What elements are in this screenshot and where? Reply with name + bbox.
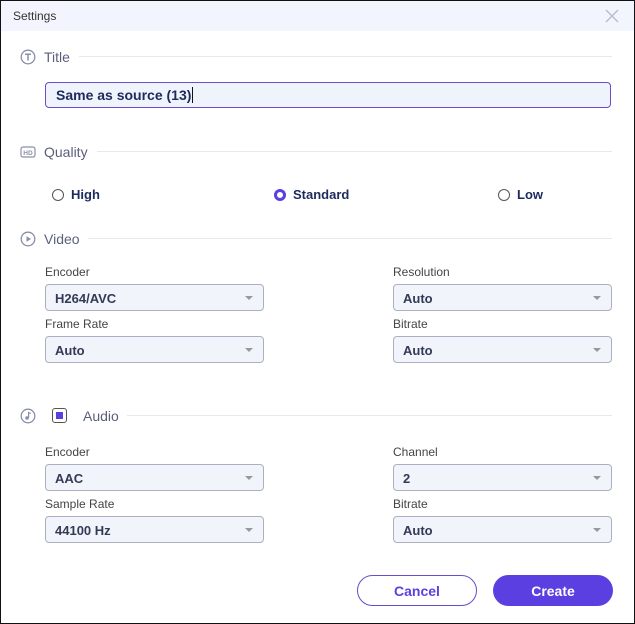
select-value: Auto (55, 343, 85, 358)
dropdown-arrow-icon (593, 476, 601, 480)
radio-button[interactable] (498, 189, 510, 201)
title-input[interactable]: Same as source (13) (45, 82, 611, 108)
select-value: H264/AVC (55, 291, 116, 306)
quality-radio-low[interactable]: Low (498, 187, 543, 202)
divider (88, 238, 612, 239)
radio-button[interactable] (52, 189, 64, 201)
audio-encoder-label: Encoder (45, 445, 90, 459)
dropdown-arrow-icon (245, 476, 253, 480)
title-bar: Settings (1, 1, 634, 31)
title-section-label: Title (44, 49, 70, 65)
quality-radio-standard[interactable]: Standard (274, 187, 349, 202)
divider (79, 56, 612, 57)
dropdown-arrow-icon (245, 296, 253, 300)
radio-label: High (71, 187, 100, 202)
video-encoder-label: Encoder (45, 265, 90, 279)
select-value: Auto (403, 523, 433, 538)
video-encoder-select[interactable]: H264/AVC (45, 284, 264, 311)
audio-section-label: Audio (83, 408, 119, 424)
select-value: Auto (403, 291, 433, 306)
music-note-icon (20, 408, 36, 424)
video-resolution-select[interactable]: Auto (393, 284, 612, 311)
dropdown-arrow-icon (593, 528, 601, 532)
select-value: 2 (403, 471, 410, 486)
video-frame-rate-select[interactable]: Auto (45, 336, 264, 363)
video-bitrate-label: Bitrate (393, 317, 428, 331)
title-input-value: Same as source (13) (56, 87, 191, 103)
divider (127, 415, 612, 416)
dropdown-arrow-icon (593, 296, 601, 300)
audio-sample-rate-select[interactable]: 44100 Hz (45, 516, 264, 543)
radio-label: Standard (293, 187, 349, 202)
hd-icon: HD (20, 144, 36, 160)
audio-channel-label: Channel (393, 445, 438, 459)
select-value: AAC (55, 471, 83, 486)
settings-dialog: Settings Title Same as source (13) HD Qu… (0, 0, 635, 624)
video-section-label: Video (44, 231, 80, 247)
audio-sample-rate-label: Sample Rate (45, 497, 114, 511)
select-value: 44100 Hz (55, 523, 111, 538)
title-t-icon (20, 49, 36, 65)
video-frame-rate-label: Frame Rate (45, 317, 108, 331)
audio-bitrate-label: Bitrate (393, 497, 428, 511)
radio-label: Low (517, 187, 543, 202)
audio-bitrate-select[interactable]: Auto (393, 516, 612, 543)
select-value: Auto (403, 343, 433, 358)
quality-section-label: Quality (44, 144, 88, 160)
dropdown-arrow-icon (593, 348, 601, 352)
audio-channel-select[interactable]: 2 (393, 464, 612, 491)
text-caret (192, 87, 193, 103)
video-section-header: Video (20, 229, 80, 249)
play-circle-icon (20, 231, 36, 247)
window-title: Settings (13, 9, 56, 23)
dropdown-arrow-icon (245, 528, 253, 532)
video-resolution-label: Resolution (393, 265, 450, 279)
quality-radio-high[interactable]: High (52, 187, 100, 202)
audio-encoder-select[interactable]: AAC (45, 464, 264, 491)
divider (97, 151, 612, 152)
checkbox-fill (56, 412, 63, 419)
close-icon[interactable] (604, 8, 620, 24)
radio-button-selected[interactable] (274, 189, 286, 201)
create-button[interactable]: Create (493, 575, 613, 606)
audio-enable-checkbox[interactable] (52, 408, 67, 423)
cancel-button[interactable]: Cancel (357, 575, 477, 606)
svg-text:HD: HD (23, 150, 33, 157)
dropdown-arrow-icon (245, 348, 253, 352)
title-section-header: Title (20, 47, 70, 67)
quality-section-header: HD Quality (20, 142, 88, 162)
video-bitrate-select[interactable]: Auto (393, 336, 612, 363)
